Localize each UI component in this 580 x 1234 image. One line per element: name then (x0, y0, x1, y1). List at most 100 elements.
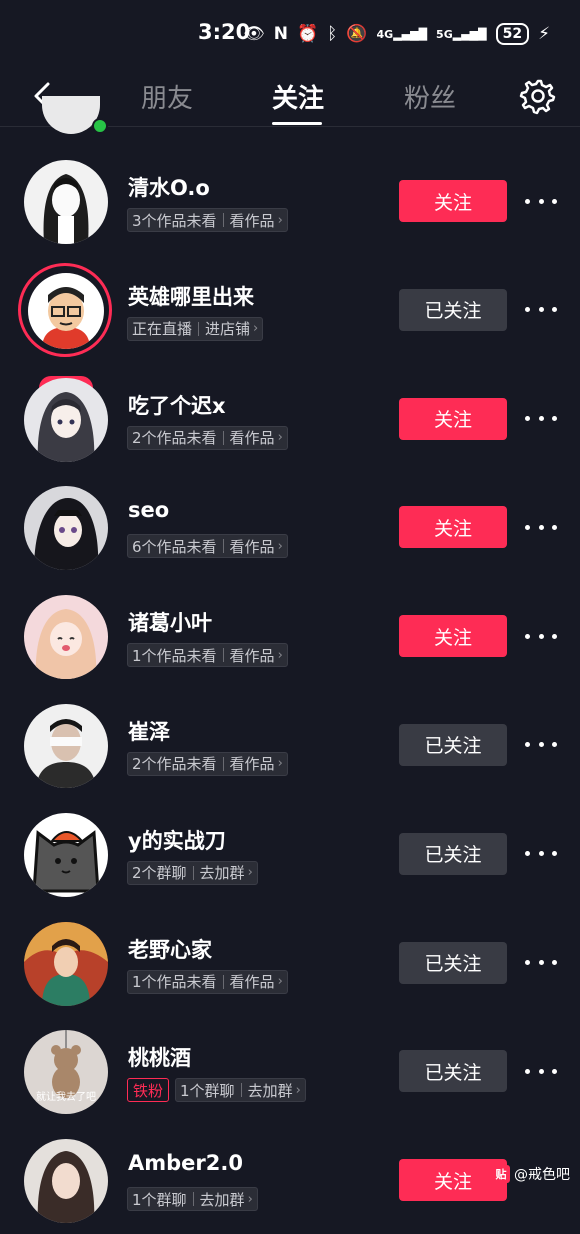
user-name[interactable]: 英雄哪里出来 (128, 281, 254, 311)
user-name[interactable]: seo (128, 498, 169, 522)
partial-avatar[interactable] (42, 96, 100, 134)
list-item[interactable]: seo 6个作品未看 看作品 › 关注 (0, 472, 580, 581)
nfc-icon: N (273, 24, 288, 44)
follow-button[interactable]: 关注 (399, 180, 507, 222)
follow-button[interactable]: 关注 (399, 1159, 507, 1202)
list-item[interactable]: 直播 英雄哪里出来 正在直播进店铺› 已关注 (0, 255, 580, 400)
watermark-logo: 贴 (492, 1165, 510, 1183)
more-button[interactable] (525, 732, 557, 758)
tab-friends[interactable]: 朋友 (141, 78, 193, 115)
user-name[interactable]: y的实战刀 (128, 825, 226, 855)
tab-following[interactable]: 关注 (272, 78, 324, 115)
activity-text: 1个作品未看 (132, 646, 217, 665)
watermark-text: @戒色吧 (514, 1167, 570, 1183)
user-activity: 2个作品未看 看作品 › (127, 751, 288, 776)
more-button[interactable] (525, 623, 557, 649)
user-activity: 3个作品未看 看作品 › (127, 208, 288, 232)
activity-text: 2个群聊 (132, 864, 187, 883)
activity-pill[interactable]: 6个作品未看 看作品 › (127, 534, 288, 559)
more-button[interactable] (525, 841, 557, 867)
activity-link: 看作品 (229, 973, 275, 992)
avatar[interactable]: 就让我去了吧 (24, 1030, 108, 1115)
activity-link: 去加群 (247, 1081, 293, 1100)
avatar[interactable] (24, 377, 108, 462)
user-name[interactable]: 诸葛小叶 (128, 607, 212, 637)
activity-pill[interactable]: 2个群聊 去加群 › (127, 860, 258, 885)
user-name[interactable]: 清水O.o (128, 172, 210, 202)
avatar[interactable] (24, 812, 108, 897)
activity-link: 看作品 (229, 755, 275, 774)
more-button[interactable] (525, 188, 557, 214)
activity-link: 看作品 (229, 429, 275, 448)
chevron-right-icon: › (277, 538, 283, 554)
more-button[interactable] (525, 1058, 557, 1084)
tab-fans[interactable]: 粉丝 (404, 78, 456, 115)
user-activity: 6个作品未看 看作品 › (127, 534, 288, 559)
avatar[interactable] (28, 272, 104, 349)
chevron-right-icon: › (277, 756, 283, 772)
chevron-right-icon: › (247, 865, 253, 881)
list-item[interactable]: 就让我去了吧 桃桃酒 铁粉 1个群聊 去加群 › 已关注 (0, 1016, 580, 1125)
user-name[interactable]: 吃了个迟x (128, 390, 226, 420)
activity-text: 正在直播 (132, 320, 193, 339)
avatar[interactable] (24, 486, 108, 571)
list-item[interactable]: y的实战刀 2个群聊 去加群 › 已关注 (0, 799, 580, 908)
settings-button[interactable] (518, 76, 558, 116)
activity-pill[interactable]: 1个群聊 去加群 › (127, 1187, 258, 1212)
user-name[interactable]: 桃桃酒 (128, 1042, 191, 1072)
list-item[interactable]: 清水O.o 3个作品未看 看作品 › 关注 (0, 146, 580, 255)
follow-button[interactable]: 关注 (399, 397, 507, 440)
activity-pill[interactable]: 1个群聊 去加群 › (175, 1078, 306, 1103)
activity-text: 6个作品未看 (132, 537, 217, 556)
list-item[interactable]: 崔泽 2个作品未看 看作品 › 已关注 (0, 690, 580, 799)
activity-pill[interactable]: 3个作品未看 看作品 › (127, 208, 288, 232)
avatar[interactable] (24, 595, 108, 680)
following-button[interactable]: 已关注 (399, 723, 507, 766)
more-button[interactable] (525, 406, 557, 432)
activity-text: 3个作品未看 (132, 211, 217, 230)
signal-5g-icon: 5G▂▄▆█ (436, 27, 487, 41)
status-bar: 3:20 👁 N ⏰ ᛒ 🔕 4G▂▄▆█ 5G▂▄▆█ 52 ⚡ (0, 0, 580, 68)
following-button[interactable]: 已关注 (399, 288, 507, 331)
activity-pill[interactable]: 1个作品未看 看作品 › (127, 969, 288, 994)
watermark: 贴 @戒色吧 (492, 1164, 570, 1184)
activity-pill[interactable]: 1个作品未看 看作品 › (127, 643, 288, 668)
chevron-right-icon: › (247, 1191, 253, 1207)
list-item[interactable]: 老野心家 1个作品未看 看作品 › 已关注 (0, 908, 580, 1017)
chevron-right-icon: › (277, 974, 283, 990)
avatar[interactable] (24, 921, 108, 1006)
mute-icon: 🔕 (346, 24, 368, 44)
user-activity: 1个群聊 去加群 › (127, 1187, 258, 1212)
following-button[interactable]: 已关注 (399, 832, 507, 875)
user-name[interactable]: Amber2.0 (128, 1151, 243, 1175)
user-name[interactable]: 老野心家 (128, 934, 212, 964)
signal-4g-icon: 4G▂▄▆█ (376, 27, 428, 41)
user-activity: 2个群聊 去加群 › (127, 860, 258, 885)
user-activity: 1个作品未看 看作品 › (127, 969, 288, 994)
activity-link: 看作品 (229, 537, 275, 556)
more-button[interactable] (525, 297, 557, 323)
eye-icon: 👁 (243, 24, 265, 44)
activity-pill[interactable]: 2个作品未看 看作品 › (127, 751, 288, 776)
more-button[interactable] (525, 950, 557, 976)
user-activity: 1个作品未看 看作品 › (127, 643, 288, 668)
activity-text: 2个作品未看 (132, 755, 217, 774)
list-item[interactable]: 诸葛小叶 1个作品未看 看作品 › 关注 (0, 581, 580, 690)
avatar[interactable] (24, 1139, 108, 1224)
more-button[interactable] (525, 514, 557, 540)
follow-button[interactable]: 关注 (399, 615, 507, 658)
follow-button[interactable]: 关注 (399, 506, 507, 549)
fan-badge: 铁粉 (127, 1078, 170, 1103)
user-activity: 正在直播 进店铺 › (127, 316, 264, 341)
activity-text: 1个群聊 (180, 1081, 235, 1100)
following-list: 清水O.o 3个作品未看看作品› 关注 直播 英雄哪里出来 正在直播进店铺› 已… (0, 146, 580, 1234)
following-button[interactable]: 已关注 (399, 941, 507, 984)
user-name[interactable]: 崔泽 (128, 716, 170, 746)
avatar[interactable] (24, 703, 108, 788)
chevron-right-icon: › (277, 212, 283, 228)
activity-pill[interactable]: 正在直播 进店铺 › (127, 316, 264, 341)
list-item[interactable]: 吃了个迟x 2个作品未看 看作品 › 关注 (0, 364, 580, 473)
following-button[interactable]: 已关注 (399, 1050, 507, 1093)
avatar[interactable] (24, 160, 108, 244)
activity-pill[interactable]: 2个作品未看 看作品 › (127, 425, 288, 450)
